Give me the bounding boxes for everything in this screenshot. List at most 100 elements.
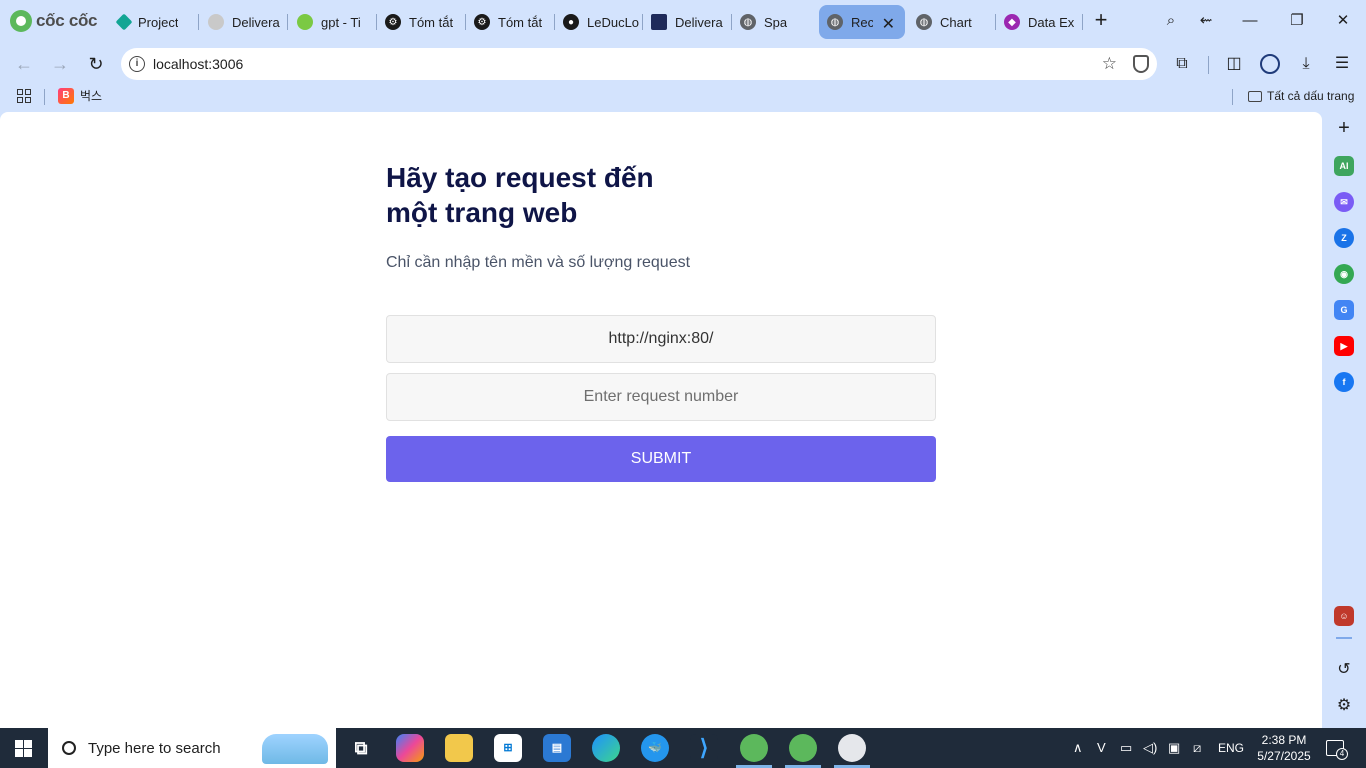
- browser-brand[interactable]: cốc cốc: [10, 9, 98, 33]
- add-panel-icon[interactable]: +: [1334, 118, 1354, 138]
- tab-divider: [287, 14, 288, 30]
- restore-button[interactable]: ❐: [1281, 8, 1313, 34]
- zalo-icon[interactable]: Z: [1334, 228, 1354, 248]
- coccoc-profile-icon[interactable]: [789, 734, 817, 762]
- vpn-icon[interactable]: V: [1097, 740, 1106, 755]
- copilot-icon[interactable]: [396, 734, 424, 762]
- close-tab-icon[interactable]: ✕: [882, 14, 895, 34]
- tab-request-active[interactable]: ◍ Rec ✕: [819, 5, 905, 39]
- bookmarks-bar: B 벅스 Tất cả dấu trang: [0, 84, 1366, 112]
- apps-grid-icon[interactable]: [17, 89, 31, 103]
- tab-strip: cốc cốc Project Delivera gpt - Ti ⚙ Tóm …: [0, 0, 1366, 44]
- docker-icon[interactable]: 🐳: [641, 734, 669, 762]
- panel-divider: [1336, 637, 1352, 639]
- address-url[interactable]: localhost:3006: [153, 56, 243, 72]
- ime-icon[interactable]: ⧄: [1193, 740, 1201, 756]
- tab-spa[interactable]: ◍ Spa: [732, 5, 812, 39]
- history-icon[interactable]: ↺: [1334, 660, 1354, 680]
- vscode-icon[interactable]: ⟩: [690, 734, 718, 762]
- taskbar-search[interactable]: Type here to search: [48, 728, 336, 768]
- paint-icon[interactable]: [838, 734, 866, 762]
- globe-icon: ◍: [916, 14, 932, 30]
- network-icon[interactable]: ▣: [1168, 740, 1180, 756]
- windows-taskbar: Type here to search ⧉ ⊞ ▤ 🐳 ⟩ ∧ V ▭ ◁) ▣…: [0, 728, 1366, 768]
- tab-tom-tat-1[interactable]: ⚙ Tóm tắt: [377, 5, 463, 39]
- tab-divider: [1082, 14, 1083, 30]
- address-bar[interactable]: i localhost:3006 ☆: [121, 48, 1157, 80]
- back-to-tabs-icon[interactable]: ⇜: [1190, 8, 1222, 34]
- folder-icon: [1248, 90, 1262, 102]
- request-number-input[interactable]: [386, 373, 936, 421]
- reload-button[interactable]: ↻: [84, 52, 108, 76]
- download-icon[interactable]: ⤓: [1295, 53, 1317, 75]
- system-clock[interactable]: 2:38 PM 5/27/2025: [1256, 732, 1312, 764]
- openai-icon: ⚙: [474, 14, 490, 30]
- forward-button[interactable]: →: [48, 52, 72, 76]
- clock-date: 5/27/2025: [1257, 749, 1311, 763]
- taskbar-search-placeholder: Type here to search: [88, 739, 221, 757]
- site-info-icon[interactable]: i: [129, 56, 145, 72]
- submit-button[interactable]: SUBMIT: [386, 436, 936, 482]
- browser-toolbar: ← → ↻ i localhost:3006 ☆ ⧉ ◫ ⤓ ☰: [0, 44, 1366, 84]
- bugs-logo-icon: B: [58, 87, 74, 104]
- back-button[interactable]: ←: [12, 52, 36, 76]
- url-input[interactable]: [386, 315, 936, 363]
- task-view-icon[interactable]: ⧉: [347, 734, 375, 762]
- battery-icon[interactable]: ▭: [1120, 740, 1132, 756]
- tab-project[interactable]: Project: [110, 5, 196, 39]
- tab-chart[interactable]: ◍ Chart: [908, 5, 994, 39]
- all-bookmarks-label: Tất cả dấu trang: [1267, 89, 1355, 103]
- tab-github[interactable]: ● LeDucLo: [555, 5, 641, 39]
- new-tab-button[interactable]: +: [1090, 9, 1112, 33]
- page-subtitle: Chỉ cần nhập tên mền và số lượng request: [386, 254, 691, 271]
- globe-icon: ◍: [740, 14, 756, 30]
- github-icon: ●: [563, 14, 579, 30]
- coccoc-taskbar-icon[interactable]: [740, 734, 768, 762]
- settings-gear-icon[interactable]: ⚙: [1334, 696, 1354, 716]
- clock-time: 2:38 PM: [1261, 733, 1307, 747]
- tab-data-explorer[interactable]: ◆ Data Ex: [996, 5, 1082, 39]
- diamond-icon: [115, 13, 133, 31]
- notification-badge: 4: [1336, 748, 1348, 760]
- search-highlight-illustration: [262, 734, 328, 764]
- tab-search-icon[interactable]: ⌕: [1155, 8, 1187, 34]
- game-icon[interactable]: ◉: [1334, 264, 1354, 284]
- volume-icon[interactable]: ◁): [1143, 740, 1157, 756]
- page-content: Hãy tạo request đến một trang web Chỉ cầ…: [0, 112, 1322, 728]
- bookmark-star-icon[interactable]: ☆: [1102, 54, 1117, 74]
- microsoft-store-icon[interactable]: ⊞: [494, 734, 522, 762]
- edge-icon[interactable]: [592, 734, 620, 762]
- tab-tom-tat-2[interactable]: ⚙ Tóm tắt: [466, 5, 552, 39]
- side-panel: + AI ✉ Z ◉ G ▶ f ☺ ↺ ⚙: [1322, 112, 1366, 728]
- language-indicator[interactable]: ENG: [1218, 741, 1244, 755]
- tray-chevron-icon[interactable]: ∧: [1073, 740, 1083, 756]
- bookmark-divider: [44, 89, 45, 105]
- tab-deliverable-1[interactable]: Delivera: [200, 5, 286, 39]
- chart-doc-icon: [651, 14, 667, 30]
- adblock-shield-icon[interactable]: [1133, 55, 1149, 73]
- bookmark-bugs[interactable]: B 벅스: [58, 87, 102, 104]
- ai-icon[interactable]: AI: [1334, 156, 1354, 176]
- close-window-button[interactable]: ✕: [1327, 8, 1359, 34]
- toolbar-divider: [1208, 56, 1209, 74]
- youtube-icon[interactable]: ▶: [1334, 336, 1354, 356]
- windows-start-icon[interactable]: [15, 740, 32, 757]
- file-explorer-icon[interactable]: [445, 734, 473, 762]
- extensions-icon[interactable]: ⧉: [1171, 53, 1193, 75]
- tab-deliverable-2[interactable]: Delivera: [643, 5, 729, 39]
- news-app-icon[interactable]: ▤: [543, 734, 571, 762]
- minimize-button[interactable]: —: [1234, 8, 1266, 34]
- facebook-icon[interactable]: f: [1334, 372, 1354, 392]
- menu-icon[interactable]: ☰: [1331, 53, 1353, 75]
- tab-gpt[interactable]: gpt - Ti: [289, 5, 375, 39]
- bookmark-divider: [1232, 89, 1233, 105]
- profile-avatar-icon[interactable]: [1260, 54, 1280, 74]
- coccoc-logo-icon: [10, 10, 32, 32]
- translate-icon[interactable]: G: [1334, 300, 1354, 320]
- split-view-icon[interactable]: ◫: [1223, 53, 1245, 75]
- all-bookmarks-button[interactable]: Tất cả dấu trang: [1248, 89, 1354, 103]
- openai-icon: ⚙: [385, 14, 401, 30]
- tab-divider: [198, 14, 199, 30]
- messenger-icon[interactable]: ✉: [1334, 192, 1354, 212]
- game-avatar-icon[interactable]: ☺: [1334, 606, 1354, 626]
